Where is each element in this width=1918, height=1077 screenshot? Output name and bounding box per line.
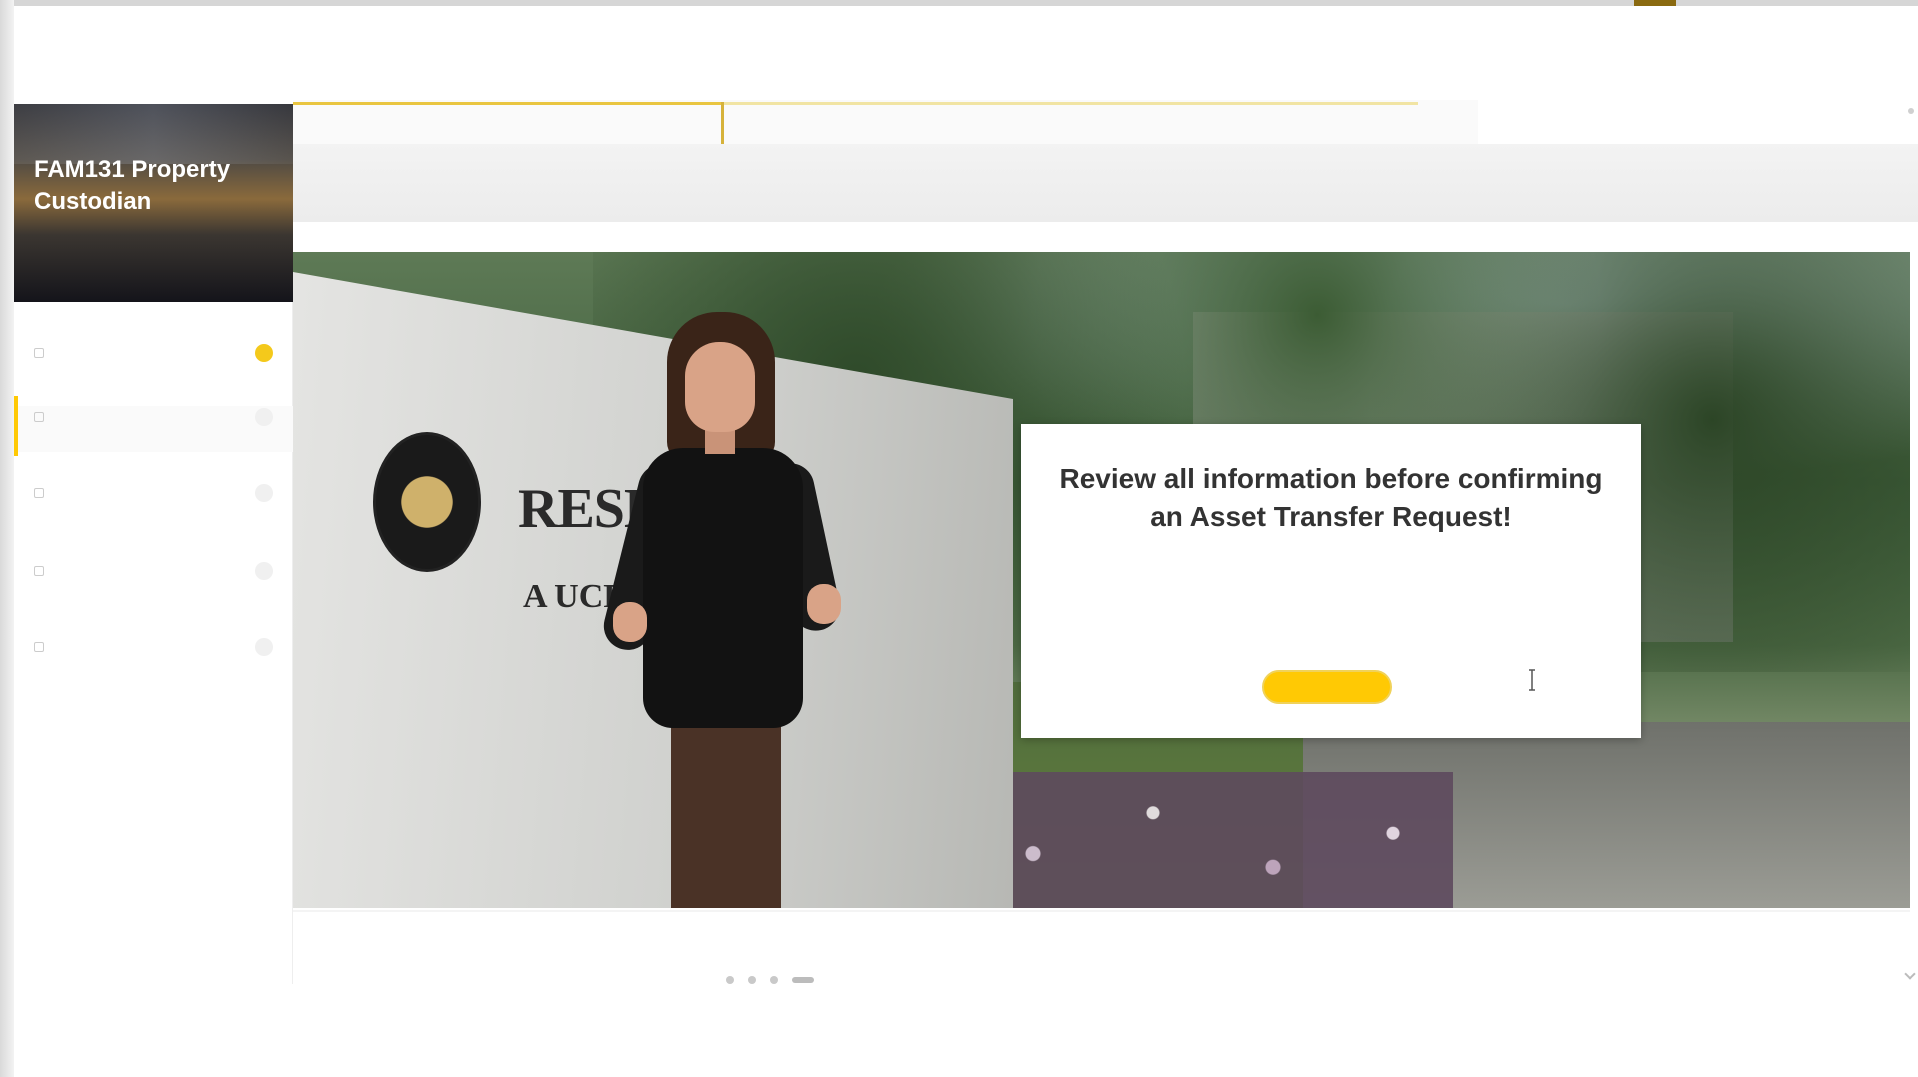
callout-heading: Review all information before confirming…	[1059, 463, 1603, 532]
sidebar-lesson-2[interactable]	[14, 396, 293, 456]
presenter-hand	[807, 584, 841, 624]
scroll-indicator	[1908, 108, 1914, 114]
lesson-marker-icon	[34, 348, 44, 358]
progress-handle[interactable]	[721, 102, 724, 146]
lesson-progress	[293, 100, 1478, 146]
pagination-dot[interactable]	[770, 976, 778, 984]
text-cursor-icon	[1529, 669, 1535, 691]
status-circle-icon	[255, 638, 273, 656]
progress-fill	[293, 102, 721, 105]
callout-card: Review all information before confirming…	[1021, 424, 1641, 738]
check-circle-icon	[255, 344, 273, 362]
content-separator	[293, 910, 1910, 912]
status-circle-icon	[255, 408, 273, 426]
pagination-dot-active[interactable]	[792, 977, 814, 983]
sidebar-lesson-1[interactable]	[14, 342, 293, 382]
pagination-dot[interactable]	[726, 976, 734, 984]
course-banner: FAM131 Property Custodian	[14, 104, 293, 302]
presenter-torso	[643, 448, 803, 728]
lesson-marker-icon	[34, 566, 44, 576]
presenter-legs	[671, 722, 781, 908]
window-left-border	[0, 0, 14, 1077]
chevron-down-icon[interactable]	[1904, 968, 1916, 980]
sidebar-lesson-5[interactable]	[14, 636, 293, 672]
lesson-marker-icon	[34, 488, 44, 498]
content-header-band	[293, 144, 1918, 222]
sidebar-lesson-3[interactable]	[14, 482, 293, 528]
sidebar-lesson-4[interactable]	[14, 560, 293, 606]
lesson-marker-icon	[34, 642, 44, 652]
pegasus-logo	[373, 432, 481, 572]
window-top-border	[0, 0, 1918, 6]
lesson-marker-icon	[34, 412, 44, 422]
course-title: FAM131 Property Custodian	[34, 156, 231, 215]
course-sidebar: FAM131 Property Custodian	[14, 104, 293, 984]
status-circle-icon	[255, 562, 273, 580]
presenter-face	[685, 342, 755, 432]
presenter-figure	[593, 312, 845, 908]
slide-pagination[interactable]	[726, 976, 814, 984]
status-circle-icon	[255, 484, 273, 502]
corner-mark	[1634, 0, 1676, 6]
presenter-hand	[613, 602, 647, 642]
pagination-dot[interactable]	[748, 976, 756, 984]
continue-button[interactable]	[1262, 670, 1392, 704]
